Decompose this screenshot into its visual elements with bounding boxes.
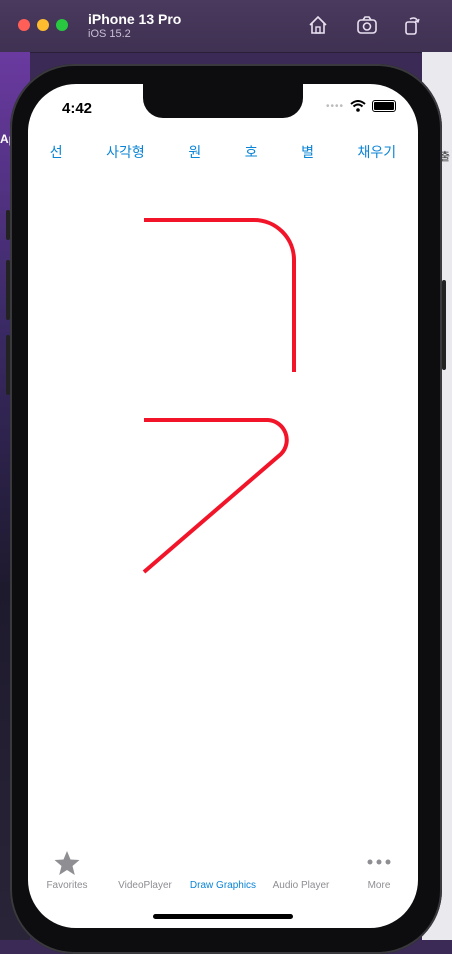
simulator-titlebar: iPhone 13 Pro iOS 15.2 bbox=[0, 0, 452, 53]
fill-button[interactable]: 채우기 bbox=[358, 142, 397, 162]
zoom-window-button[interactable] bbox=[56, 19, 68, 31]
drawing-canvas[interactable] bbox=[28, 84, 418, 928]
battery-icon bbox=[372, 100, 396, 112]
drawn-arc-shape bbox=[144, 218, 296, 372]
tab-label: More bbox=[367, 880, 391, 891]
rectangle-button[interactable]: 사각형 bbox=[106, 142, 145, 162]
volume-down-button bbox=[6, 335, 10, 395]
circle-button[interactable]: 원 bbox=[188, 142, 201, 162]
rotate-icon[interactable] bbox=[401, 14, 423, 36]
minimize-window-button[interactable] bbox=[37, 19, 49, 31]
more-icon bbox=[367, 859, 391, 865]
os-version: iOS 15.2 bbox=[88, 28, 131, 40]
status-icons: •••• bbox=[326, 100, 396, 112]
tab-label: VideoPlayer bbox=[118, 880, 172, 891]
tab-bar: Favorites VideoPlayer Draw Graphics Audi… bbox=[28, 844, 418, 894]
home-icon[interactable] bbox=[307, 14, 329, 36]
signal-dots-icon: •••• bbox=[325, 100, 344, 112]
tab-label: Audio Player bbox=[272, 880, 330, 891]
status-time: 4:42 bbox=[62, 100, 93, 117]
drawn-arc-line-shape bbox=[142, 418, 289, 574]
home-indicator bbox=[153, 914, 293, 919]
tab-label: Favorites bbox=[46, 880, 88, 891]
device-name: iPhone 13 Pro bbox=[88, 11, 182, 27]
close-window-button[interactable] bbox=[18, 19, 30, 31]
screenshot-icon[interactable] bbox=[356, 14, 378, 36]
volume-up-button bbox=[6, 260, 10, 320]
notch bbox=[143, 84, 303, 118]
line-button[interactable]: 선 bbox=[50, 142, 63, 162]
mute-switch bbox=[6, 210, 10, 240]
star-button[interactable]: 별 bbox=[301, 142, 314, 162]
wifi-icon bbox=[350, 100, 366, 112]
device-screen: 4:42 •••• 선 사각형 원 호 별 채우기 Favorites Vide… bbox=[28, 84, 418, 928]
arc-button[interactable]: 호 bbox=[245, 142, 258, 162]
tab-label: Draw Graphics bbox=[189, 880, 257, 891]
star-icon bbox=[54, 851, 80, 875]
drawing-toolbar: 선 사각형 원 호 별 채우기 bbox=[28, 140, 418, 164]
side-button bbox=[442, 280, 446, 370]
